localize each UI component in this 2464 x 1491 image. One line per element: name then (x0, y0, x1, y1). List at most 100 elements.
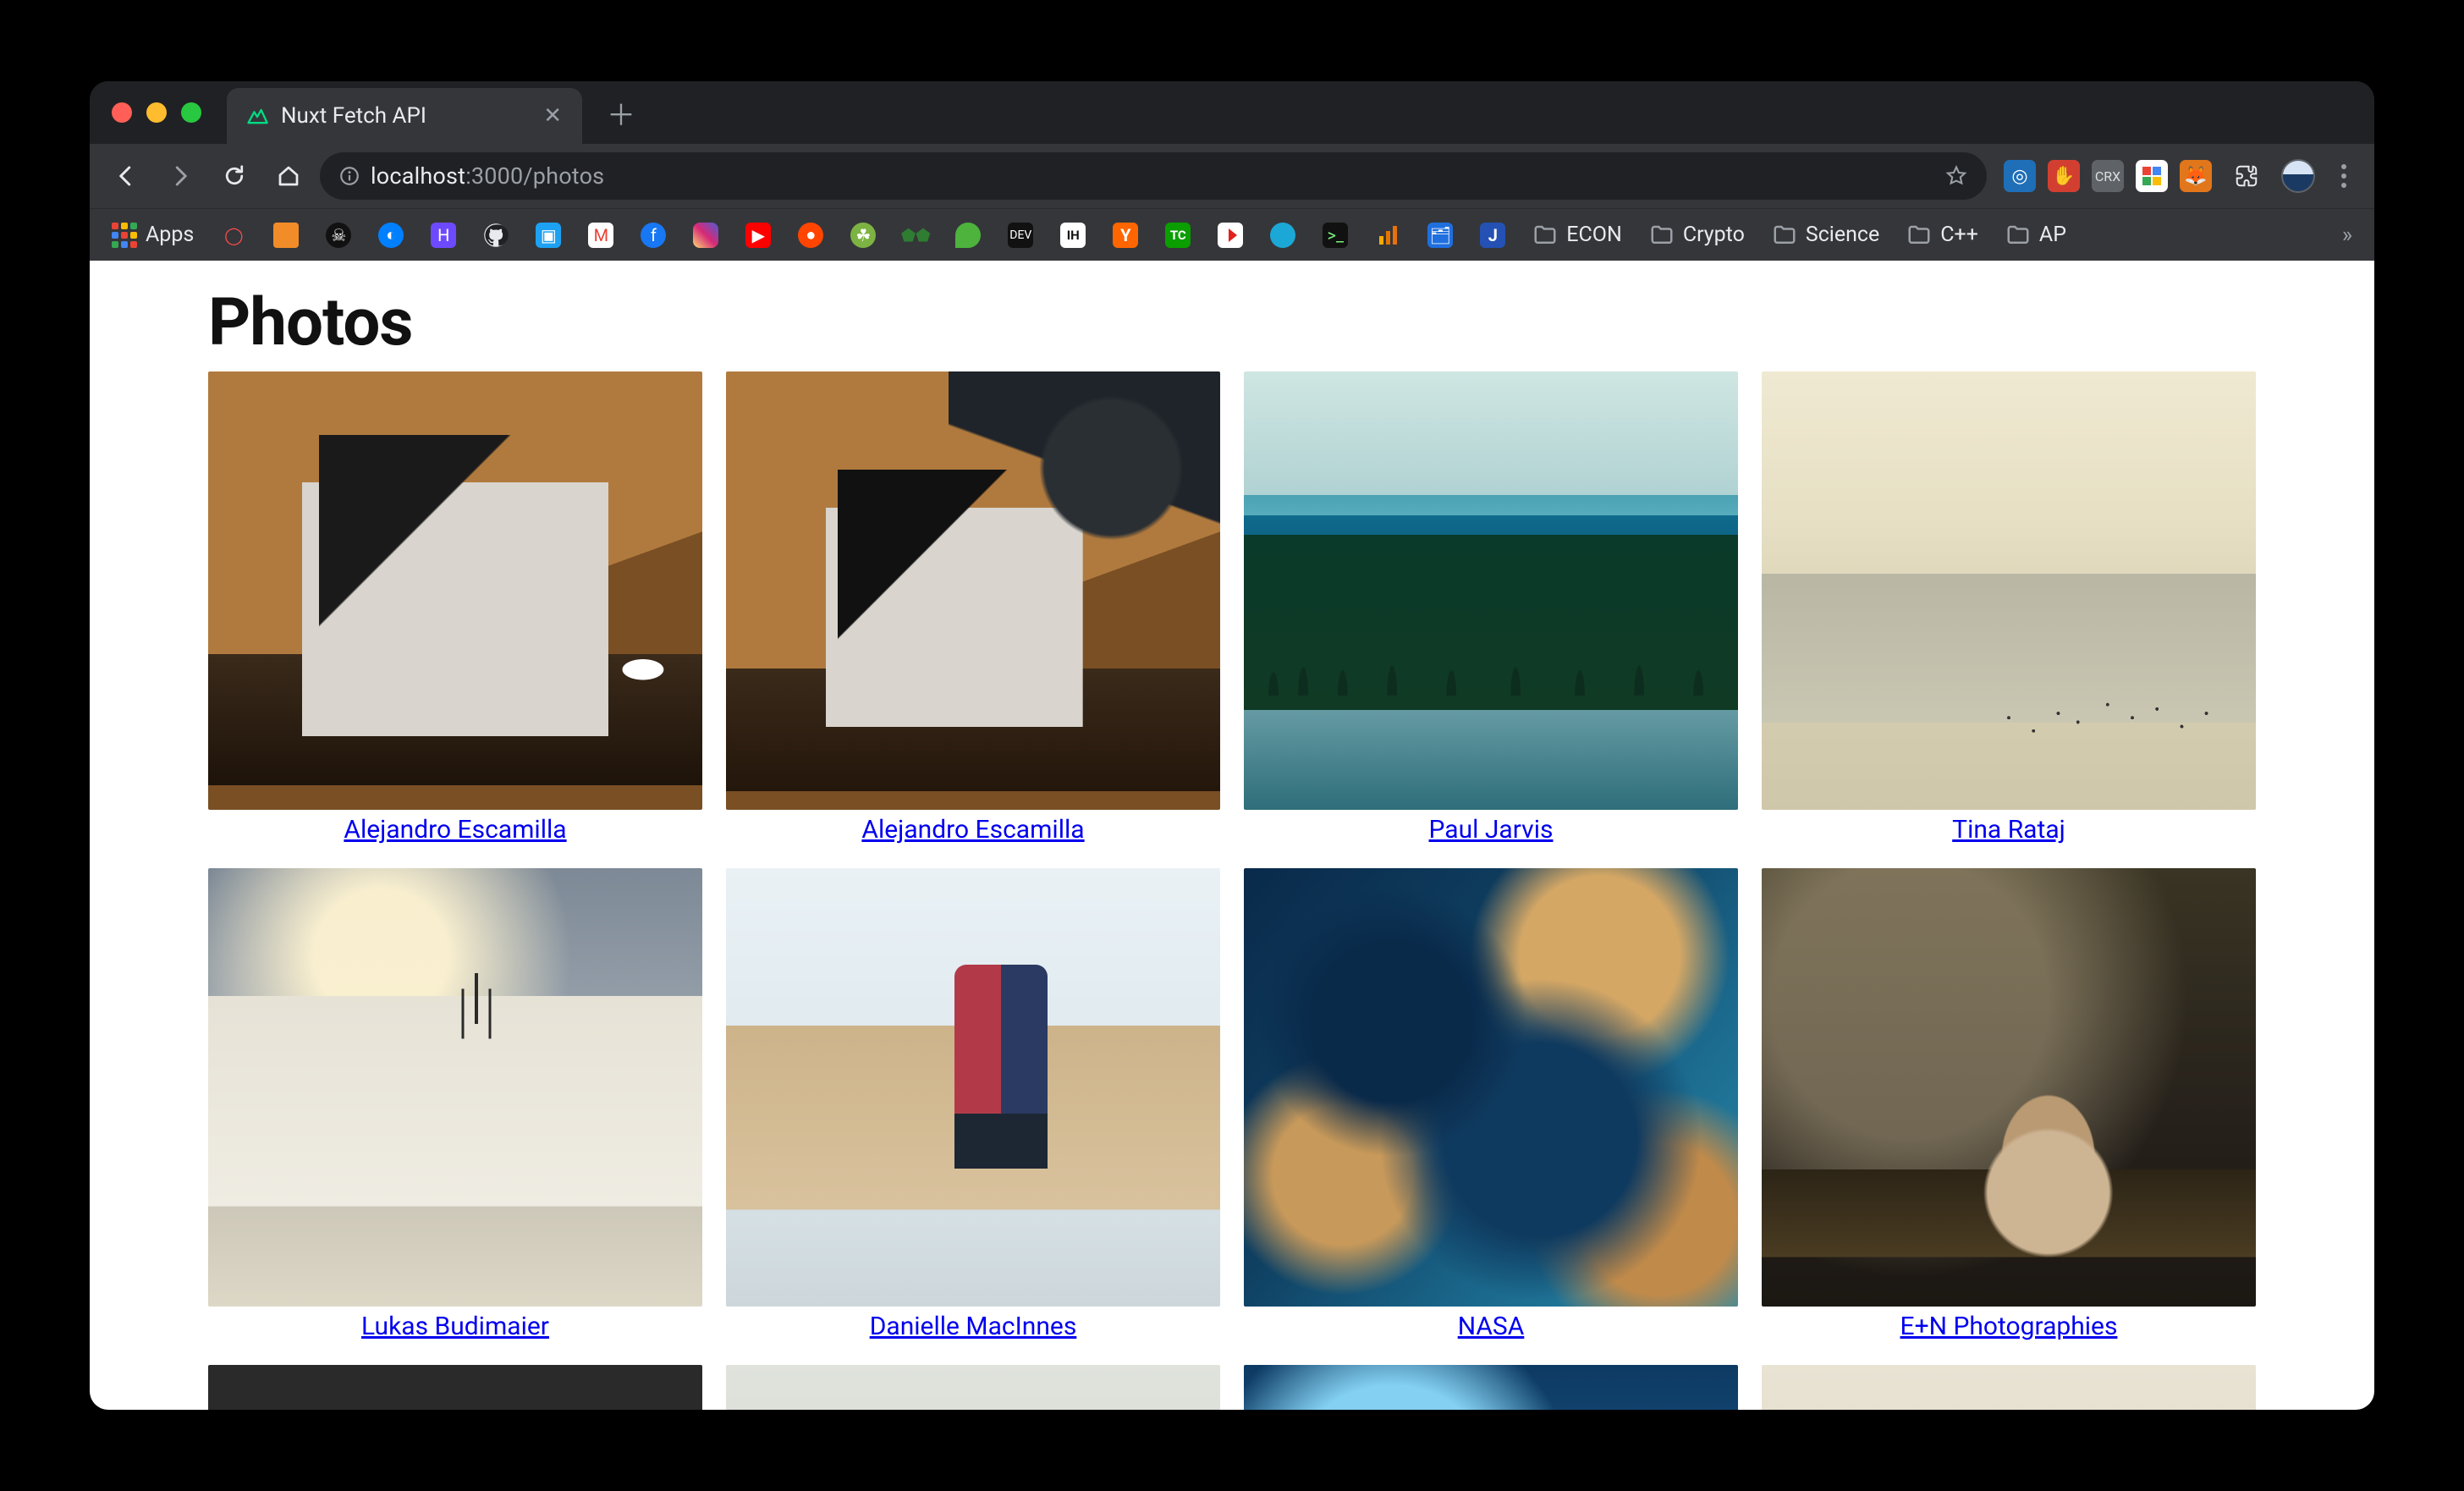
reload-icon (222, 163, 247, 189)
photo-thumbnail[interactable] (1244, 371, 1738, 810)
bookmark-item[interactable] (685, 217, 727, 253)
extension-icon[interactable]: CRX (2092, 160, 2124, 192)
photo-thumbnail[interactable] (726, 371, 1220, 810)
bookmark-item[interactable] (947, 217, 989, 253)
photo-thumbnail[interactable] (726, 1365, 1220, 1410)
back-button[interactable] (103, 153, 149, 199)
extension-icon[interactable]: ◎ (2004, 160, 2036, 192)
site-info-icon[interactable] (338, 165, 360, 187)
photo-card: Alejandro Escamilla (208, 371, 702, 845)
bookmark-item[interactable]: ⬟⬟ (894, 217, 937, 253)
extension-icon[interactable]: ✋ (2048, 160, 2080, 192)
photo-thumbnail[interactable] (1762, 1365, 2256, 1410)
close-tab-button[interactable]: ✕ (526, 103, 562, 129)
photo-author-link[interactable]: Lukas Budimaier (361, 1312, 549, 1341)
bookmark-item[interactable]: H (422, 217, 465, 253)
close-window-button[interactable] (112, 102, 132, 123)
photo-thumbnail[interactable] (1762, 868, 2256, 1307)
bookmark-item[interactable]: DEV (999, 217, 1042, 253)
photo-thumbnail[interactable] (208, 371, 702, 810)
photo-grid: Alejandro Escamilla Alejandro Escamilla … (208, 371, 2256, 1410)
bookmark-item[interactable]: J (1471, 217, 1514, 253)
photo-card: E+N Photographies (1762, 868, 2256, 1341)
home-icon (276, 163, 301, 189)
folder-icon (1772, 223, 1797, 248)
bookmark-folder-crypto[interactable]: Crypto (1641, 217, 1753, 253)
bookmark-item[interactable]: ● (789, 217, 832, 253)
bookmark-item[interactable]: Y (1104, 217, 1147, 253)
forward-button[interactable] (157, 153, 203, 199)
bookmark-item[interactable] (1367, 217, 1409, 253)
extension-icon[interactable]: 🦊 (2180, 160, 2212, 192)
bookmark-item[interactable]: 🗂 (1419, 217, 1461, 253)
extensions-button[interactable] (2224, 153, 2269, 199)
folder-label: Crypto (1683, 223, 1745, 247)
photo-author-link[interactable]: Danielle MacInnes (870, 1312, 1077, 1341)
bookmark-item[interactable]: ☘ (842, 217, 884, 253)
chrome-menu-button[interactable] (2327, 164, 2361, 188)
folder-icon (1532, 223, 1558, 248)
bookmark-folder-econ[interactable]: ECON (1524, 217, 1631, 253)
photo-card: Danielle MacInnes (726, 868, 1220, 1341)
profile-avatar[interactable] (2281, 159, 2315, 193)
apps-shortcut[interactable]: Apps (103, 217, 202, 253)
extension-icons: ◎ ✋ CRX 🦊 (2004, 153, 2361, 199)
bookmark-folder-cpp[interactable]: C++ (1898, 217, 1987, 253)
folder-label: Science (1806, 223, 1879, 247)
bookmark-item[interactable]: ☠ (317, 217, 360, 253)
bookmark-item[interactable] (1209, 217, 1251, 253)
browser-tab[interactable]: Nuxt Fetch API ✕ (227, 88, 582, 144)
bookmark-item[interactable]: IH (1052, 217, 1094, 253)
photo-author-link[interactable]: Tina Rataj (1952, 815, 2065, 845)
bookmark-star-icon[interactable] (1944, 164, 1968, 188)
bookmarks-overflow-button[interactable]: » (2334, 223, 2361, 248)
photo-thumbnail[interactable] (1244, 868, 1738, 1307)
extension-icon[interactable] (2136, 160, 2168, 192)
nuxt-favicon-icon (245, 104, 269, 128)
browser-window: Nuxt Fetch API ✕ ＋ localhost:3000/photos… (90, 81, 2374, 1410)
folder-icon (1649, 223, 1675, 248)
bookmark-folder-science[interactable]: Science (1763, 217, 1888, 253)
bookmark-item[interactable] (475, 217, 517, 253)
photo-author-link[interactable]: NASA (1458, 1312, 1525, 1341)
photo-author-link[interactable]: E+N Photographies (1900, 1312, 2118, 1341)
maximize-window-button[interactable] (181, 102, 201, 123)
reload-button[interactable] (212, 153, 257, 199)
photo-card (1762, 1365, 2256, 1410)
photo-thumbnail[interactable] (726, 868, 1220, 1307)
photo-card (726, 1365, 1220, 1410)
bookmark-item[interactable]: ◯ (212, 217, 255, 253)
bookmark-folder-ap[interactable]: AP (1997, 217, 2075, 253)
bookmark-item[interactable]: TC (1157, 217, 1199, 253)
bookmark-item[interactable] (265, 217, 307, 253)
arrow-right-icon (168, 163, 193, 189)
photo-card: Paul Jarvis (1244, 371, 1738, 845)
new-tab-button[interactable]: ＋ (604, 96, 638, 129)
bookmark-item[interactable]: ▣ (527, 217, 569, 253)
apps-grid-icon (112, 223, 137, 248)
photo-author-link[interactable]: Paul Jarvis (1429, 815, 1554, 845)
page-heading: Photos (208, 284, 2256, 361)
photo-thumbnail[interactable] (1762, 371, 2256, 810)
folder-icon (2005, 223, 2031, 248)
bookmark-item[interactable]: f (632, 217, 674, 253)
photo-author-link[interactable]: Alejandro Escamilla (861, 815, 1084, 845)
photo-thumbnail[interactable] (1244, 1365, 1738, 1410)
window-controls (112, 102, 201, 123)
photo-author-link[interactable]: Alejandro Escamilla (344, 815, 566, 845)
minimize-window-button[interactable] (146, 102, 167, 123)
toolbar: localhost:3000/photos ◎ ✋ CRX 🦊 (90, 144, 2374, 208)
bookmark-item[interactable]: ◐ (370, 217, 412, 253)
address-bar[interactable]: localhost:3000/photos (320, 152, 1987, 200)
photo-card (208, 1365, 702, 1410)
bookmark-item[interactable] (1262, 217, 1304, 253)
photo-thumbnail[interactable] (208, 1365, 702, 1410)
photo-thumbnail[interactable] (208, 868, 702, 1307)
page-content: Photos Alejandro Escamilla Alejandro Esc… (90, 261, 2374, 1410)
bookmark-item[interactable]: M (580, 217, 622, 253)
github-icon (483, 223, 509, 248)
folder-label: ECON (1566, 223, 1622, 247)
bookmark-item[interactable]: >_ (1314, 217, 1356, 253)
bookmark-item[interactable]: ▶ (737, 217, 779, 253)
home-button[interactable] (266, 153, 311, 199)
